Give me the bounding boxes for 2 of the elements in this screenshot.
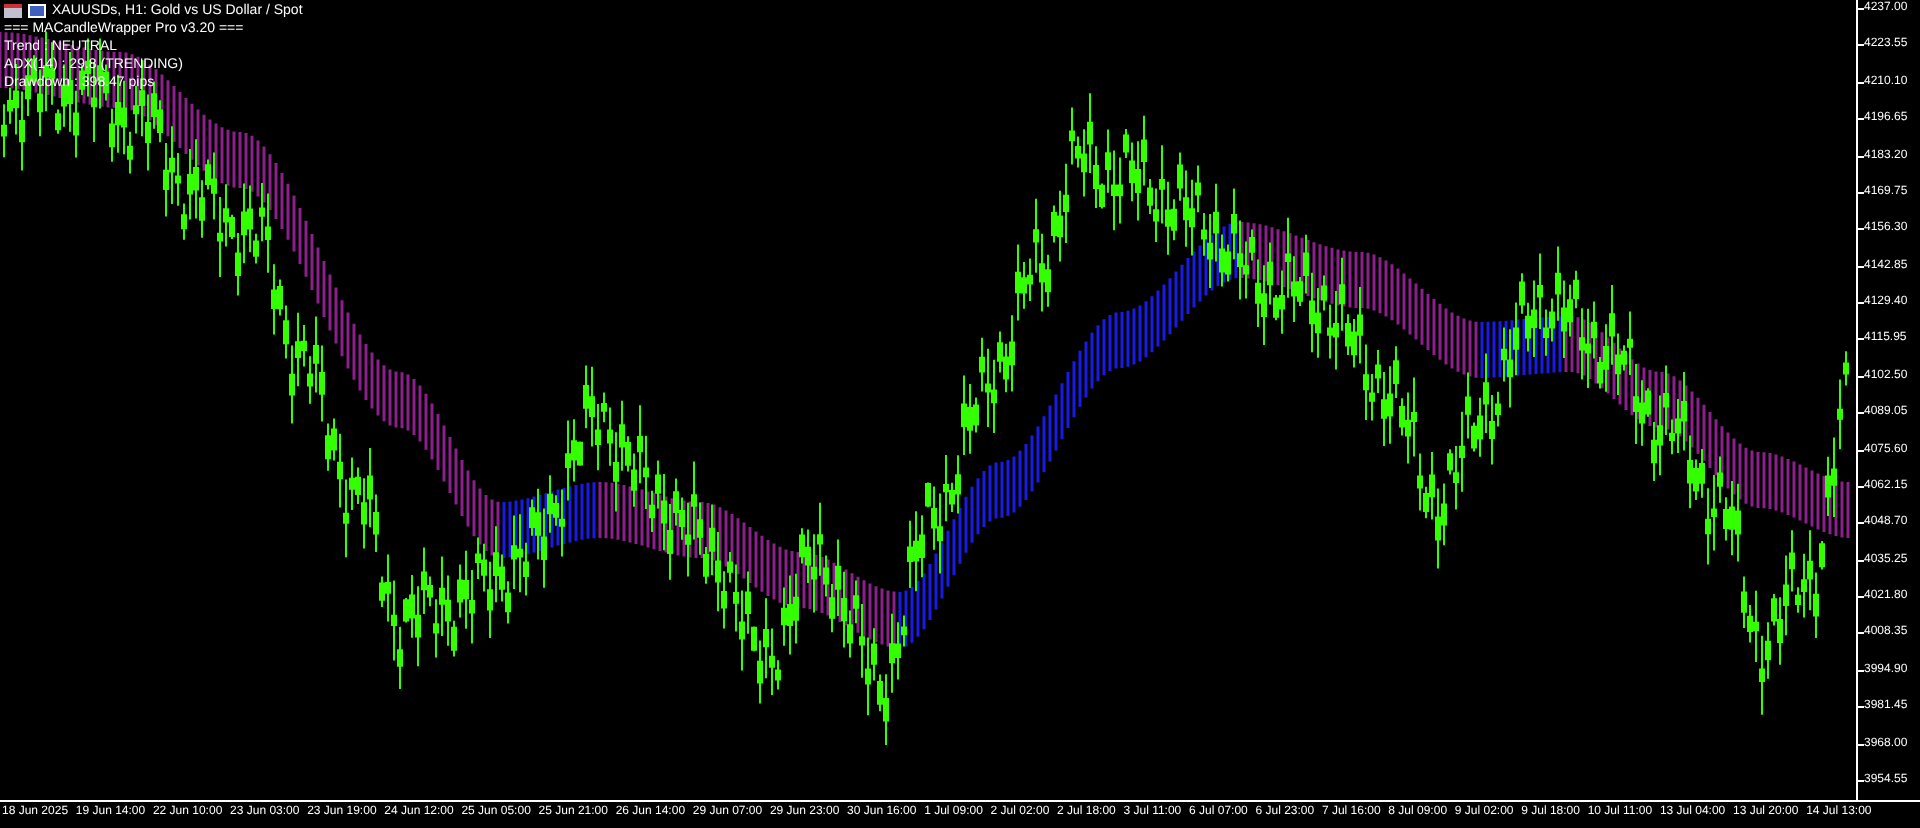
- flag-icon[interactable]: [4, 4, 22, 18]
- chart-icon[interactable]: [28, 4, 46, 18]
